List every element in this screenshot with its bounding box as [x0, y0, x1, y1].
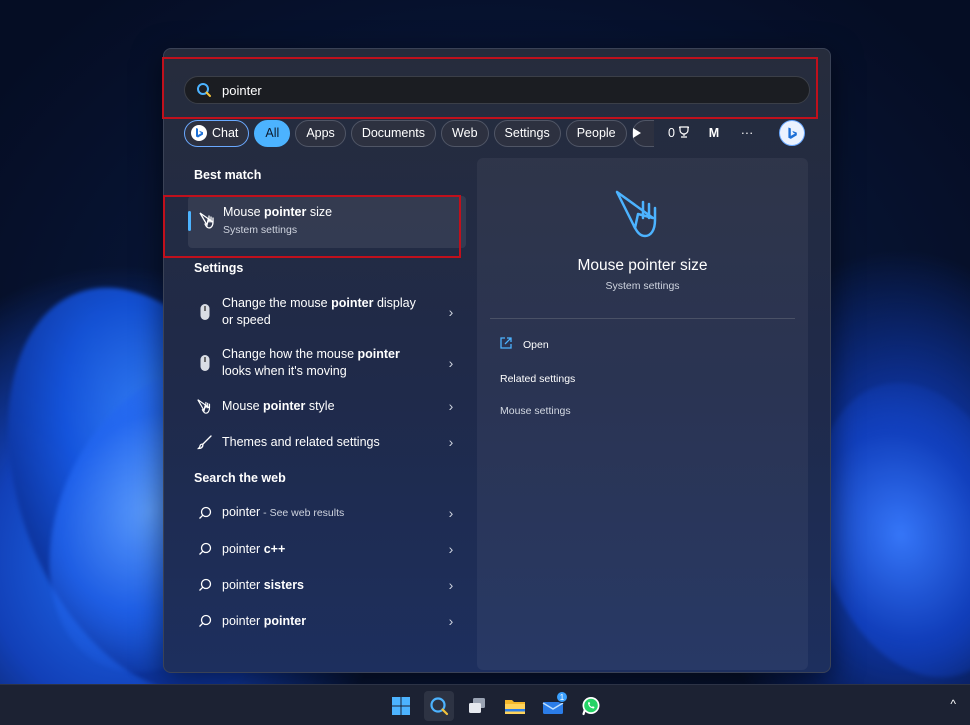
preview-title: Mouse pointer size: [577, 257, 708, 274]
section-best-match: Best match: [194, 168, 262, 182]
search-icon: [188, 506, 222, 520]
search-icon: [188, 578, 222, 592]
open-label: Open: [523, 338, 549, 351]
bing-chat-button[interactable]: [779, 120, 805, 146]
settings-result-item[interactable]: Themes and related settings ›: [188, 432, 466, 452]
toolbar-right: 0 M ···: [625, 119, 767, 147]
filter-settings[interactable]: Settings: [493, 119, 561, 147]
mouse-icon: [188, 303, 222, 321]
search-input[interactable]: [222, 82, 742, 98]
settings-result-label: Mouse pointer style: [222, 398, 335, 413]
selection-accent: [188, 211, 191, 231]
web-result-item[interactable]: pointer - See web results ›: [188, 503, 466, 523]
brush-icon: [188, 434, 222, 450]
mail-badge: 1: [556, 691, 568, 703]
chevron-right-icon: ›: [448, 613, 454, 629]
search-icon: [188, 542, 222, 556]
bing-icon: [191, 125, 207, 141]
chevron-right-icon: ›: [448, 541, 454, 557]
filter-all-label: All: [265, 126, 280, 140]
play-icon[interactable]: [625, 127, 649, 139]
mouse-icon: [188, 354, 222, 372]
preview-pane: Mouse pointer size System settings Open …: [477, 158, 808, 670]
filter-people[interactable]: People: [565, 119, 627, 147]
mouse-pointer-icon: [198, 210, 218, 235]
bing-icon: [788, 127, 797, 139]
trophy-icon: [678, 125, 690, 141]
whatsapp-button[interactable]: [576, 691, 606, 721]
settings-result-label: Change the mouse pointer display or spee…: [222, 296, 416, 327]
rewards-button[interactable]: 0: [657, 125, 701, 141]
web-result-item[interactable]: pointer pointer ›: [188, 611, 466, 631]
start-button[interactable]: [386, 691, 416, 721]
filter-web-label: Web: [452, 126, 478, 140]
filter-chat-label: Chat: [212, 126, 239, 140]
web-result-label: pointer sisters: [222, 577, 305, 592]
mouse-pointer-icon: [188, 397, 222, 415]
chevron-right-icon: ›: [448, 505, 454, 521]
open-action[interactable]: Open: [499, 336, 549, 353]
search-icon: [430, 697, 449, 716]
task-view-button[interactable]: [462, 691, 492, 721]
search-box[interactable]: [184, 76, 810, 104]
rewards-count: 0: [668, 126, 675, 140]
chevron-right-icon: ›: [448, 577, 454, 593]
section-search-web: Search the web: [194, 471, 286, 485]
search-icon: [188, 614, 222, 628]
web-result-label: pointer - See web results: [222, 505, 345, 519]
tray-chevron-up-icon[interactable]: ^: [950, 697, 956, 711]
filter-documents[interactable]: Documents: [350, 119, 437, 147]
settings-result-label: Change how the mouse pointer looks when …: [222, 347, 400, 378]
web-result-item[interactable]: pointer c++ ›: [188, 539, 466, 559]
account-button[interactable]: M: [701, 126, 727, 140]
web-result-item[interactable]: pointer sisters ›: [188, 575, 466, 595]
web-result-label: pointer pointer: [222, 613, 307, 628]
task-view-icon: [469, 698, 485, 713]
preview-subtitle: System settings: [605, 280, 680, 292]
chevron-right-icon: ›: [448, 304, 454, 320]
related-settings-heading: Related settings: [500, 373, 576, 385]
mouse-pointer-icon: [613, 186, 673, 247]
mouse-settings-link[interactable]: Mouse settings: [500, 405, 571, 417]
windows-icon: [392, 697, 410, 715]
chevron-right-icon: ›: [448, 398, 454, 414]
chevron-right-icon: ›: [448, 434, 454, 450]
file-explorer-button[interactable]: [500, 691, 530, 721]
filter-settings-label: Settings: [504, 126, 550, 140]
filter-people-label: People: [576, 126, 616, 140]
more-button[interactable]: ···: [727, 126, 767, 140]
section-settings: Settings: [194, 261, 244, 275]
taskbar-search-button[interactable]: [424, 691, 454, 721]
best-match-title: Mouse pointer size: [223, 205, 333, 219]
web-result-label: pointer c++: [222, 541, 286, 556]
divider: [490, 318, 795, 319]
whatsapp-icon: [582, 697, 600, 716]
chevron-right-icon: ›: [448, 355, 454, 371]
settings-result-item[interactable]: Change the mouse pointer display or spee…: [188, 294, 466, 330]
filter-chat[interactable]: Chat: [184, 119, 250, 147]
settings-result-item[interactable]: Change how the mouse pointer looks when …: [188, 345, 466, 381]
settings-result-label: Themes and related settings: [222, 434, 380, 449]
search-icon: [195, 81, 213, 99]
folder-icon: [505, 700, 525, 714]
filter-bar: Chat All Apps Documents Web Settings Peo…: [184, 119, 654, 147]
taskbar: 1 ^: [0, 684, 970, 725]
open-external-icon: [499, 336, 513, 353]
filter-documents-label: Documents: [361, 126, 426, 140]
filter-all[interactable]: All: [254, 119, 291, 147]
best-match-subtitle: System settings: [223, 224, 298, 236]
filter-apps[interactable]: Apps: [295, 119, 346, 147]
filter-apps-label: Apps: [306, 126, 335, 140]
mail-button[interactable]: 1: [538, 691, 568, 721]
settings-result-item[interactable]: Mouse pointer style ›: [188, 396, 466, 416]
best-match-item[interactable]: Mouse pointer size System settings: [188, 196, 466, 248]
filter-web[interactable]: Web: [441, 119, 489, 147]
